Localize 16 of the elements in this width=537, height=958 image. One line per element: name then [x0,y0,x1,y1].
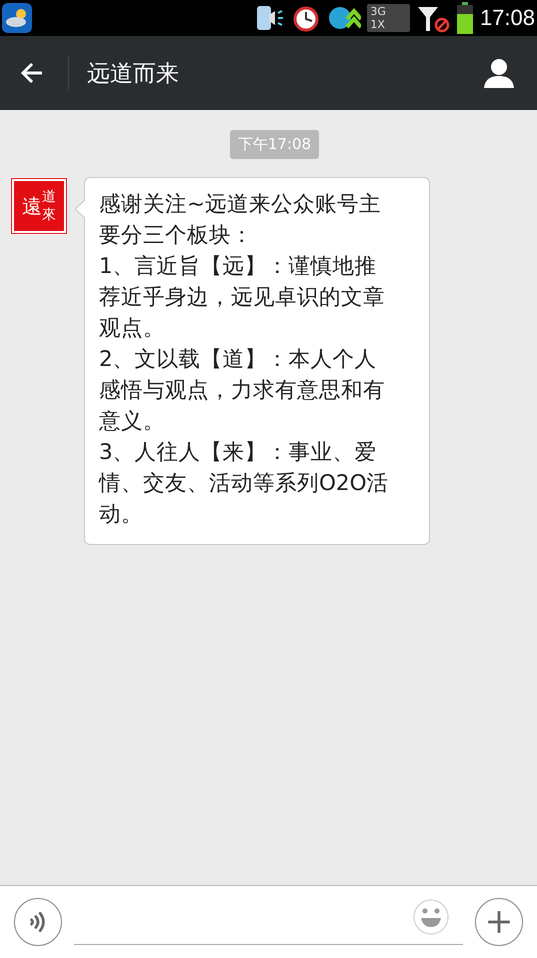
message-text: 3、人往人【来】：事业、爱情、交友、活动等系列O2O活动。 [99,439,389,529]
message-text: 2、文以载【道】：本人个人感悟与观点，力求有意思和有意义。 [99,346,386,436]
weather-icon [2,3,32,33]
profile-icon[interactable] [483,57,515,89]
message-timestamp: 下午17:08 [230,130,320,159]
battery-icon [456,2,474,34]
message-text: 1、言近旨【远】：谨慎地推荐近乎身边，远见卓识的文章观点。 [99,253,386,343]
add-button[interactable] [475,898,523,946]
message-text: 感谢关注~远道来公众账号主要分三个板块： [99,191,382,250]
voice-button[interactable] [14,898,62,946]
signal-icon: 3G 1X [367,4,410,32]
chat-title: 远道而来 [87,60,180,88]
plus-icon[interactable] [486,909,512,935]
phone-speaker-icon [255,3,286,33]
emoji-icon[interactable] [413,899,449,935]
clock-time: 17:08 [480,5,535,31]
